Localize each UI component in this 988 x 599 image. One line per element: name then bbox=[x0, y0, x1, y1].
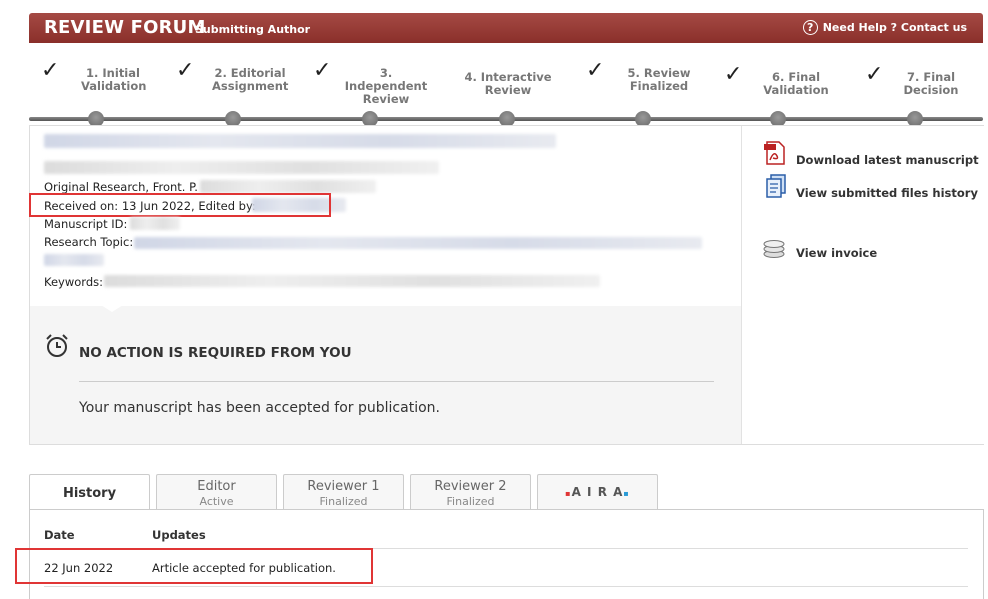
status-heading: NO ACTION IS REQUIRED FROM YOU bbox=[79, 345, 352, 361]
check-icon: ✓ bbox=[865, 62, 884, 87]
step-7-label: 7. Final Decision bbox=[903, 70, 959, 97]
step-1: 1. Initial Validation bbox=[81, 66, 147, 93]
status-message: Your manuscript has been accepted for pu… bbox=[79, 400, 440, 416]
tab-reviewer-1-label: Reviewer 1 bbox=[307, 479, 380, 494]
keywords: Keywords: bbox=[44, 275, 103, 289]
step-4-label: 4. Interactive Review bbox=[464, 70, 552, 97]
check-icon: ✓ bbox=[176, 58, 195, 83]
redacted-title bbox=[44, 134, 556, 148]
step-5-label: 5. Review Finalized bbox=[627, 66, 691, 93]
coins-icon bbox=[763, 240, 785, 258]
redacted-topic bbox=[134, 237, 702, 249]
check-icon: ✓ bbox=[724, 62, 743, 87]
redacted-authors bbox=[44, 161, 439, 174]
tab-editor-label: Editor bbox=[197, 479, 236, 494]
article-type-label: Original Research, Front. P. bbox=[44, 180, 198, 194]
manuscript-id: Manuscript ID: bbox=[44, 217, 127, 231]
step-1-label: 1. Initial Validation bbox=[81, 66, 147, 93]
tab-history[interactable]: History bbox=[29, 474, 150, 511]
step-6: 6. Final Validation bbox=[743, 71, 849, 97]
files-icon bbox=[766, 174, 786, 198]
status-area bbox=[30, 306, 741, 444]
step-2-label: 2. Editorial Assignment bbox=[212, 66, 289, 93]
step-6-label: 6. Final Validation bbox=[763, 70, 829, 97]
step-7: 7. Final Decision bbox=[882, 71, 980, 97]
alarm-clock-icon bbox=[46, 334, 68, 357]
help-link[interactable]: ? Need Help ? Contact us bbox=[802, 20, 967, 35]
notch bbox=[90, 298, 134, 312]
tab-reviewer-1-status: Finalized bbox=[319, 495, 368, 508]
top-header: REVIEW FORUM Submitting Author ? Need He… bbox=[29, 13, 983, 43]
highlight-history-row bbox=[15, 548, 373, 584]
tab-aira[interactable]: ▪A I R A▪ bbox=[537, 474, 658, 509]
manuscript-id-label: Manuscript ID: bbox=[44, 217, 128, 231]
step-2: 2. Editorial Assignment bbox=[212, 67, 288, 93]
tab-reviewer-2-label: Reviewer 2 bbox=[434, 479, 507, 494]
status-divider bbox=[79, 381, 714, 382]
user-role: Submitting Author bbox=[195, 23, 311, 36]
step-3: 3. Independent Review bbox=[340, 67, 432, 106]
help-link-label: Need Help ? Contact us bbox=[822, 21, 967, 34]
brand-title: REVIEW FORUM bbox=[44, 17, 206, 38]
aira-logo-text: A I R A bbox=[571, 485, 624, 499]
check-icon: ✓ bbox=[586, 58, 605, 83]
column-header-date: Date bbox=[44, 528, 75, 542]
step-3-label: 3. Independent Review bbox=[344, 66, 428, 106]
redacted-id bbox=[130, 217, 180, 230]
tab-editor-status: Active bbox=[199, 495, 234, 508]
keywords-label: Keywords: bbox=[44, 275, 103, 289]
check-icon: ✓ bbox=[313, 58, 332, 83]
tab-editor[interactable]: Editor Active bbox=[156, 474, 277, 509]
highlight-received bbox=[29, 193, 331, 217]
question-icon: ? bbox=[802, 20, 818, 35]
pdf-icon bbox=[764, 141, 785, 165]
column-header-updates: Updates bbox=[152, 528, 206, 542]
tab-reviewer-2-status: Finalized bbox=[446, 495, 495, 508]
tab-history-label: History bbox=[62, 486, 117, 501]
redacted-journal bbox=[200, 180, 376, 193]
download-manuscript-link[interactable]: Download latest manuscript bbox=[796, 153, 979, 167]
research-topic: Research Topic: bbox=[44, 235, 133, 249]
aira-logo: ▪A I R A▪ bbox=[565, 485, 630, 499]
research-topic-label: Research Topic: bbox=[44, 235, 134, 249]
redacted-topic-2 bbox=[44, 254, 104, 266]
step-5: 5. Review Finalized bbox=[623, 67, 695, 93]
tab-reviewer-2[interactable]: Reviewer 2 Finalized bbox=[410, 474, 531, 509]
tab-reviewer-1[interactable]: Reviewer 1 Finalized bbox=[283, 474, 404, 509]
redacted-keywords bbox=[104, 275, 600, 287]
files-history-link[interactable]: View submitted files history bbox=[796, 186, 978, 200]
tab-bar: History Editor Active Reviewer 1 Finaliz… bbox=[29, 474, 984, 511]
row-divider bbox=[44, 586, 968, 587]
article-type: Original Research, Front. P. bbox=[44, 180, 198, 194]
check-icon: ✓ bbox=[41, 58, 60, 83]
view-invoice-link[interactable]: View invoice bbox=[796, 246, 877, 260]
progress-steps: ✓ 1. Initial Validation ✓ 2. Editorial Ass… bbox=[29, 58, 983, 110]
step-4: 4. Interactive Review bbox=[445, 71, 571, 97]
